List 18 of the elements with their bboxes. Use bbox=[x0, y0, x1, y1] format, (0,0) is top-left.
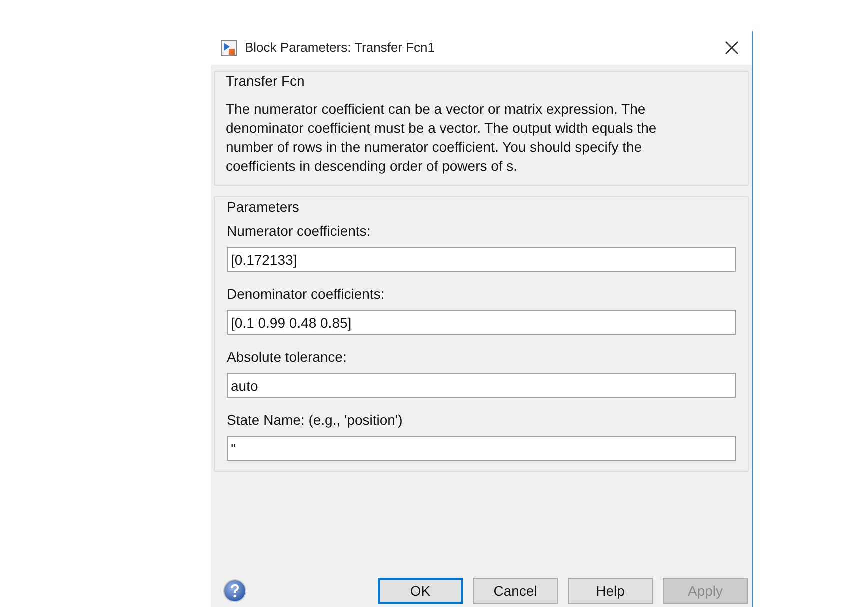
input-field[interactable]: [0.172133] bbox=[227, 247, 736, 272]
group-title: Parameters bbox=[227, 198, 300, 217]
field-label: Numerator coefficients: bbox=[227, 222, 372, 240]
block-icon bbox=[221, 40, 237, 56]
group-title: Transfer Fcn bbox=[226, 72, 305, 91]
dialog-button[interactable]: OK bbox=[378, 578, 463, 604]
help-icon[interactable] bbox=[223, 579, 247, 603]
close-icon bbox=[725, 41, 739, 55]
field-label: Absolute tolerance: bbox=[227, 348, 348, 366]
dialog-button[interactable]: Cancel bbox=[473, 578, 558, 604]
description-text: The numerator coefficient can be a vector or matrix expression. The denominator coefficient must be a vector. The output width equals the number of rows in the numerator coefficient. You should specify the coefficients in descending order of powers of s. bbox=[226, 100, 658, 176]
dialog-button[interactable]: Help bbox=[568, 578, 653, 604]
field-label: State Name: (e.g., 'position') bbox=[227, 411, 404, 429]
input-field[interactable]: [0.1 0.99 0.48 0.85] bbox=[227, 310, 736, 335]
window-title: Block Parameters: Transfer Fcn1 bbox=[245, 39, 436, 58]
input-field[interactable]: auto bbox=[227, 373, 736, 398]
field-label: Denominator coefficients: bbox=[227, 285, 386, 303]
input-field[interactable]: '' bbox=[227, 436, 736, 461]
